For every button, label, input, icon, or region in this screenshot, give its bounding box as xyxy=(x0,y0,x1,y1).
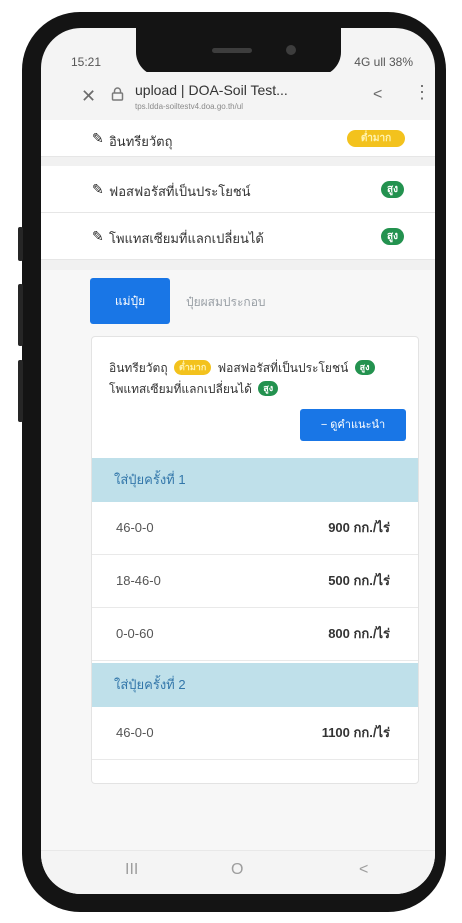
page-title[interactable]: upload | DOA-Soil Test... xyxy=(135,82,288,98)
accordion-label: ฟอสฟอรัสที่เป็นประโยชน์ xyxy=(109,184,251,199)
fertilizer-formula: 46-0-0 xyxy=(116,725,154,740)
status-time: 15:21 xyxy=(71,55,102,69)
view-recommendation-button[interactable]: − ดูคำแนะนำ xyxy=(300,409,406,441)
group-title: ใส่ปุ๋ยครั้งที่ 2 xyxy=(114,677,186,692)
table-row: 18-46-0 500 กก./ไร่ xyxy=(92,555,418,608)
summary-p-label: ฟอสฟอรัสที่เป็นประโยชน์ xyxy=(217,360,349,375)
table-row: 0-0-60 800 กก./ไร่ xyxy=(92,608,418,661)
status-badge: สูง xyxy=(258,381,279,397)
android-nav-bar: III O < xyxy=(41,850,435,894)
accordion-item-potassium[interactable]: ✎ โพแทสเซียมที่แลกเปลี่ยนได้ สูง xyxy=(41,213,435,260)
accordion-item-organic-matter[interactable]: ✎ อินทรียวัตถุ ต่ำมาก xyxy=(41,120,435,157)
phone-side-button xyxy=(18,360,23,422)
fertilizer-amount: 500 กก./ไร่ xyxy=(328,573,390,588)
soil-summary: อินทรียวัตถุ ต่ำมาก ฟอสฟอรัสที่เป็นประโย… xyxy=(109,357,409,399)
phone-screen: 15:21 4G ull 38% ✕ upload | DOA-Soil Tes… xyxy=(41,28,435,894)
tab-straight-fertilizer[interactable]: แม่ปุ๋ย xyxy=(90,278,170,324)
front-camera xyxy=(286,45,296,55)
tab-compound-fertilizer[interactable]: ปุ๋ยผสมประกอบ xyxy=(186,293,266,312)
status-badge: ต่ำมาก xyxy=(347,130,405,147)
camera-notch xyxy=(136,28,341,76)
fertilizer-formula: 46-0-0 xyxy=(116,520,154,535)
pencil-icon: ✎ xyxy=(92,181,104,197)
pencil-icon: ✎ xyxy=(92,228,104,244)
status-indicators: 4G ull 38% xyxy=(354,55,413,69)
close-icon[interactable]: ✕ xyxy=(81,86,96,107)
accordion-label: อินทรียวัตถุ xyxy=(109,134,173,149)
more-menu-icon[interactable]: ⋮ xyxy=(413,82,431,103)
group-header: ใส่ปุ๋ยครั้งที่ 1 xyxy=(92,458,418,502)
summary-k-label: โพแทสเซียมที่แลกเปลี่ยนได้ xyxy=(109,381,252,396)
fertilizer-amount: 1100 กก./ไร่ xyxy=(321,725,390,740)
table-row: 46-0-0 900 กก./ไร่ xyxy=(92,502,418,555)
fertilizer-formula: 18-46-0 xyxy=(116,573,161,588)
pencil-icon: ✎ xyxy=(92,130,104,146)
accordion-item-phosphorus[interactable]: ✎ ฟอสฟอรัสที่เป็นประโยชน์ สูง xyxy=(41,166,435,213)
lock-icon xyxy=(111,87,124,101)
status-badge: สูง xyxy=(354,360,375,376)
speaker-grille xyxy=(212,48,252,53)
back-icon[interactable]: < xyxy=(359,861,368,879)
status-badge: สูง xyxy=(381,181,404,198)
fertilizer-formula: 0-0-60 xyxy=(116,626,154,641)
group-title: ใส่ปุ๋ยครั้งที่ 1 xyxy=(114,472,186,487)
phone-volume-button xyxy=(18,227,23,261)
share-icon[interactable]: < xyxy=(373,86,382,104)
browser-url-bar: ✕ upload | DOA-Soil Test... tps.ldda-soi… xyxy=(41,72,435,120)
summary-om-label: อินทรียวัตถุ xyxy=(109,360,168,375)
phone-side-button xyxy=(18,284,23,346)
fertilizer-amount: 800 กก./ไร่ xyxy=(328,626,390,641)
group-header: ใส่ปุ๋ยครั้งที่ 2 xyxy=(92,663,418,707)
recommendation-card: อินทรียวัตถุ ต่ำมาก ฟอสฟอรัสที่เป็นประโย… xyxy=(91,336,419,784)
recent-apps-icon[interactable]: III xyxy=(125,861,138,879)
accordion-label: โพแทสเซียมที่แลกเปลี่ยนได้ xyxy=(109,231,264,246)
home-icon[interactable]: O xyxy=(231,861,243,879)
status-badge: ต่ำมาก xyxy=(173,360,212,376)
table-row: 46-0-0 1100 กก./ไร่ xyxy=(92,707,418,760)
fertilizer-amount: 900 กก./ไร่ xyxy=(328,520,390,535)
page-url[interactable]: tps.ldda-soiltestv4.doa.go.th/ul xyxy=(135,102,243,111)
recommendation-panel: แม่ปุ๋ย ปุ๋ยผสมประกอบ อินทรียวัตถุ ต่ำมา… xyxy=(41,270,435,850)
page-content: ✎ อินทรียวัตถุ ต่ำมาก ✎ ฟอสฟอรัสที่เป็นป… xyxy=(41,120,435,850)
status-badge: สูง xyxy=(381,228,404,245)
